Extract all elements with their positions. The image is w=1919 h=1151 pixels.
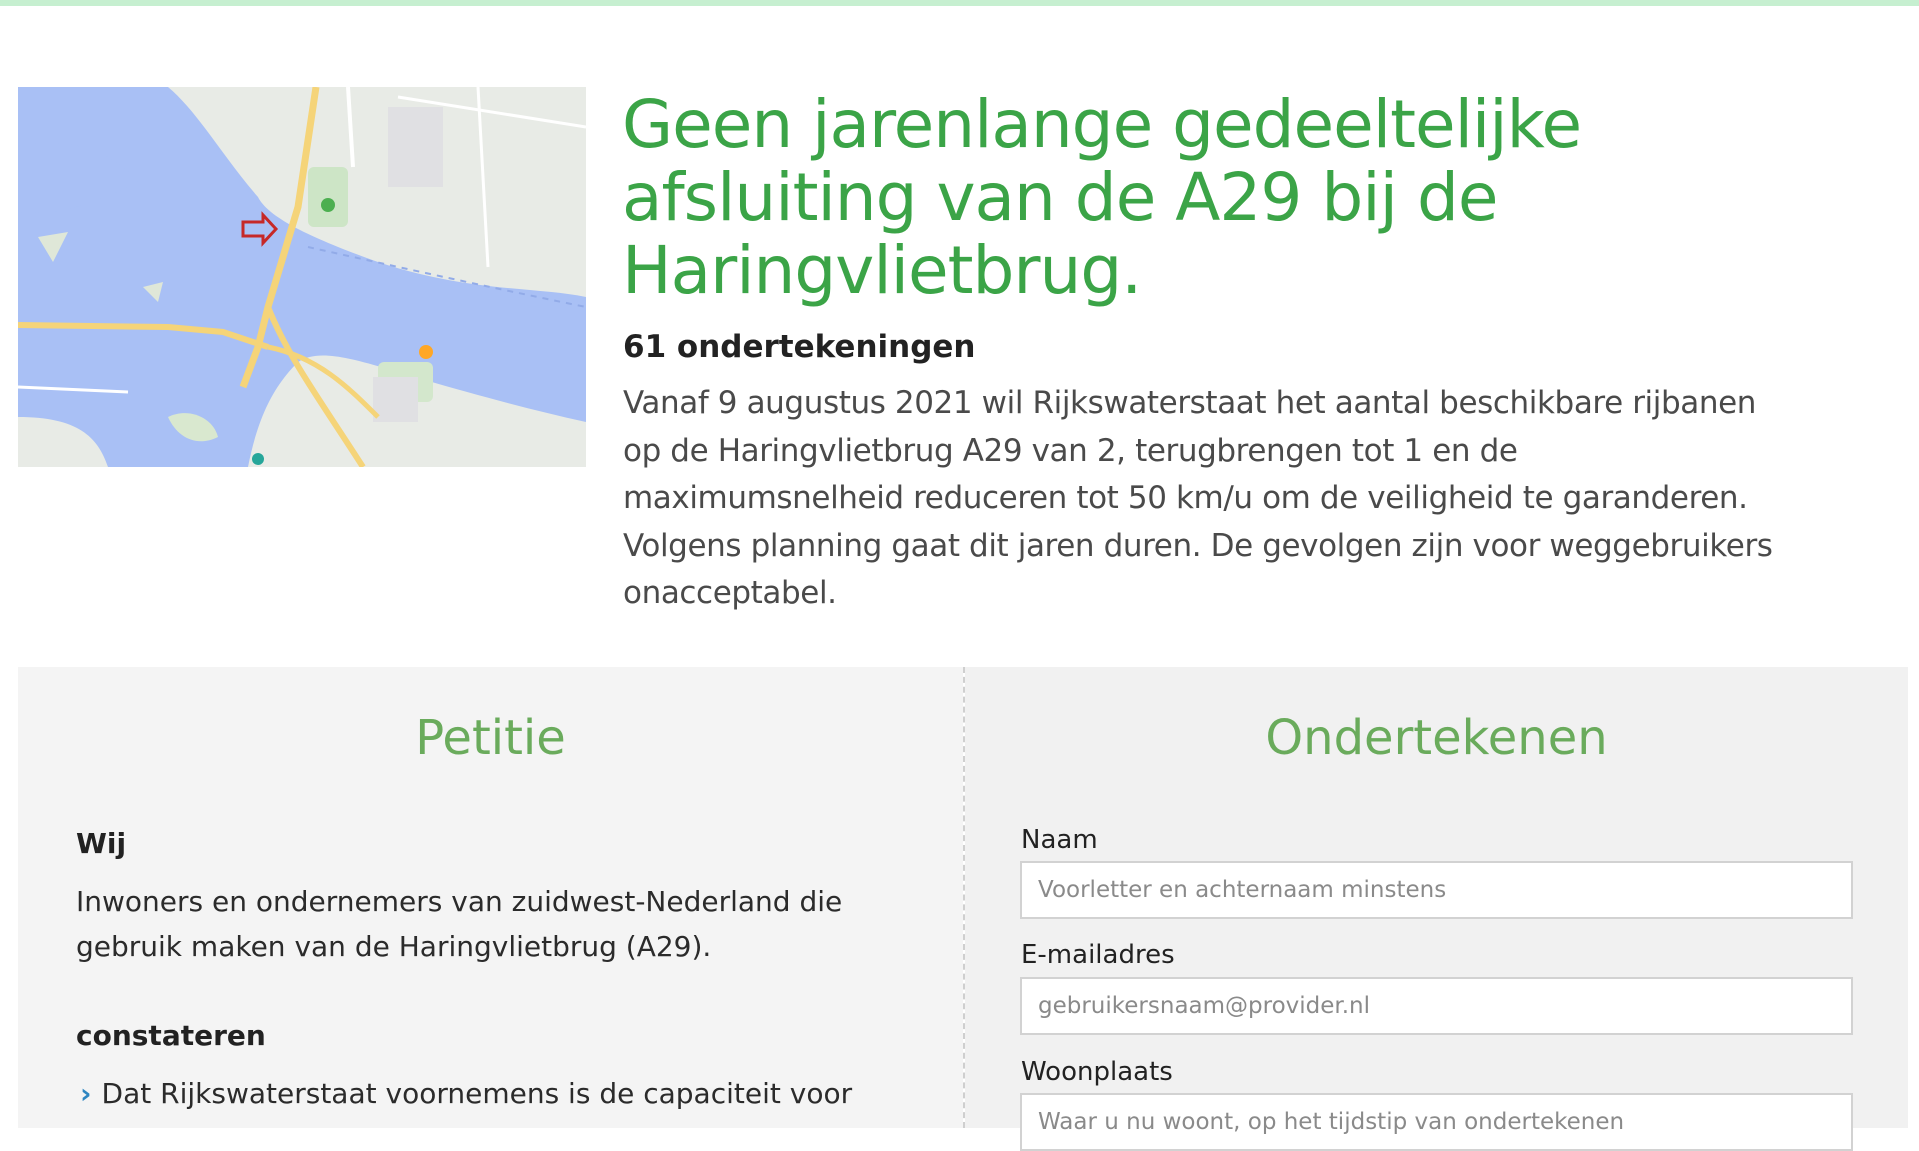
page-title: Geen jarenlange gedeeltelijke afsluiting… (622, 86, 1582, 309)
top-accent-bar (0, 0, 1919, 6)
city-input[interactable] (1020, 1093, 1853, 1151)
wij-label: Wij (76, 827, 127, 860)
map-image (18, 87, 586, 467)
name-input[interactable] (1020, 861, 1853, 919)
sign-heading: Ondertekenen (1265, 710, 1608, 766)
signature-count: 61 ondertekeningen (623, 329, 976, 365)
name-label: Naam (1021, 825, 1098, 855)
city-label: Woonplaats (1021, 1057, 1173, 1087)
list-item: › Dat Rijkswaterstaat voornemens is de ca… (80, 1071, 910, 1116)
intro-text: Vanaf 9 augustus 2021 wil Rijkswaterstaa… (623, 385, 1773, 611)
constateren-label: constateren (76, 1019, 266, 1052)
email-input[interactable] (1020, 977, 1853, 1035)
bullet-text: Dat Rijkswaterstaat voornemens is de cap… (101, 1077, 853, 1110)
wij-text: Inwoners en ondernemers van zuidwest-Ned… (76, 885, 843, 963)
petition-heading: Petitie (415, 710, 566, 766)
email-label: E-mailadres (1021, 940, 1175, 970)
chevron-right-icon: › (80, 1077, 92, 1110)
